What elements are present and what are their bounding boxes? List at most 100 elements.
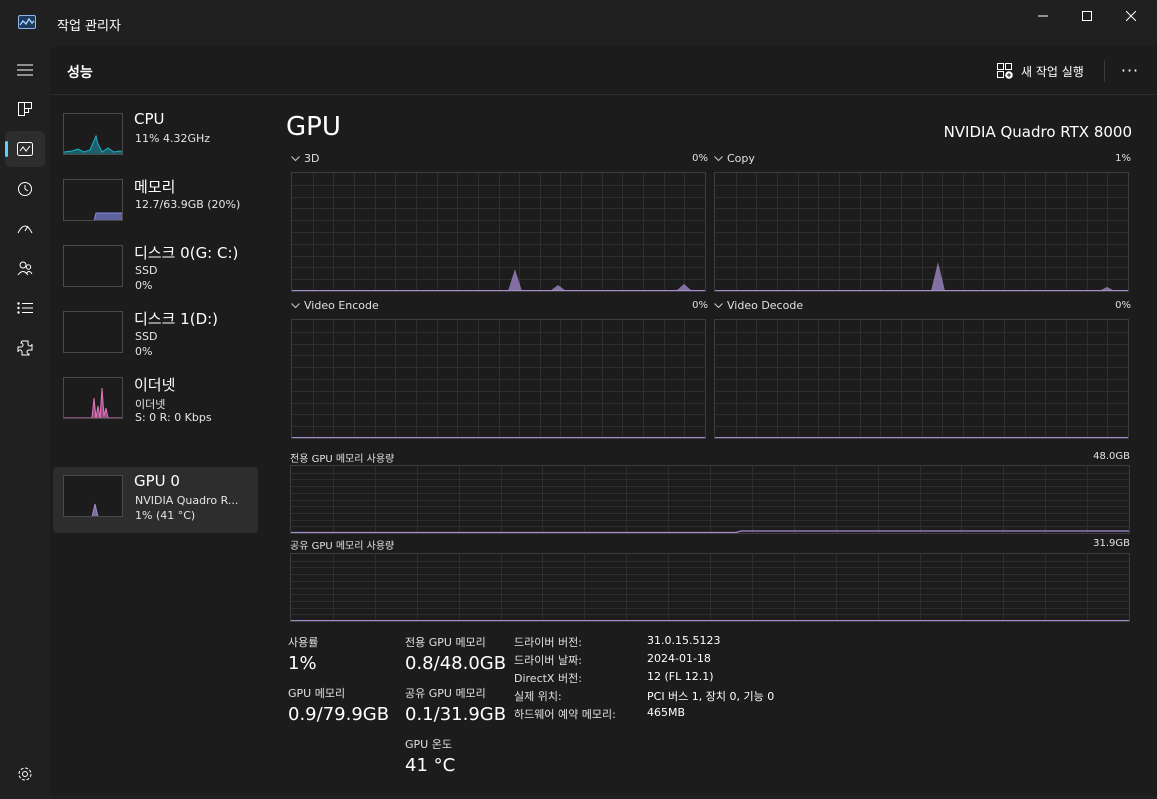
performance-icon: [17, 142, 33, 156]
services-icon: [17, 340, 33, 356]
nav-app-history[interactable]: [5, 171, 45, 207]
gpu-model: NVIDIA Quadro RTX 8000: [943, 123, 1132, 141]
more-icon: ···: [1120, 60, 1140, 80]
shared-graph-label: 공유 GPU 메모리 사용량: [290, 541, 395, 552]
device-name: 이더넷: [134, 376, 176, 394]
shared-memory-value: 0.1/31.9GB: [405, 704, 507, 725]
spike: [676, 284, 692, 291]
gpu-temp-value: 41 °C: [405, 755, 456, 776]
engine-value: 0%: [1115, 300, 1131, 311]
details-icon: [17, 302, 33, 314]
graph-dedicated-svg: [291, 466, 1129, 533]
graph-video-decode: [714, 319, 1129, 439]
run-new-task-button[interactable]: 새 작업 실행: [997, 61, 1084, 81]
maximize-button[interactable]: [1064, 0, 1110, 32]
nav-details[interactable]: [5, 290, 45, 326]
grid-lines: [715, 173, 1128, 291]
device-sub1: NVIDIA Quadro R...: [135, 494, 239, 507]
dedicated-graph-label: 전용 GPU 메모리 사용량: [290, 454, 395, 465]
nav-users[interactable]: [5, 250, 45, 286]
gpu-temp-label: GPU 온도: [405, 738, 452, 751]
graph-copy-svg: [715, 173, 1128, 291]
device-item-memory[interactable]: 메모리 12.7/63.9GB (20%): [53, 171, 258, 237]
gpu-title: GPU: [286, 112, 341, 142]
nav-startup[interactable]: [5, 210, 45, 246]
device-item-disk1[interactable]: 디스크 1(D:) SSD 0%: [53, 303, 258, 369]
run-task-label: 새 작업 실행: [1021, 64, 1084, 79]
graph-video-encode-svg: [292, 320, 705, 438]
graph-shared-memory: [290, 553, 1130, 622]
gpu-memory-value: 0.9/79.9GB: [288, 704, 390, 725]
device-item-gpu0[interactable]: GPU 0 NVIDIA Quadro R... 1% (41 °C): [53, 467, 258, 533]
hamburger-button[interactable]: [5, 52, 45, 88]
info-value: PCI 버스 1, 장치 0, 기능 0: [647, 690, 775, 703]
device-item-cpu[interactable]: CPU 11% 4.32GHz: [53, 105, 258, 171]
more-options-button[interactable]: ···: [1116, 56, 1144, 84]
engine-label: Video Decode: [727, 299, 804, 312]
device-sub1: 12.7/63.9GB (20%): [135, 198, 241, 211]
info-value: 31.0.15.5123: [647, 634, 721, 647]
engine-value: 0%: [692, 300, 708, 311]
header-bar: 성능 새 작업 실행 ···: [50, 46, 1157, 95]
engine-selector-3d[interactable]: 3D: [291, 152, 319, 165]
nav-services[interactable]: [5, 330, 45, 366]
info-value: 12 (FL 12.1): [647, 670, 714, 683]
engine-selector-video-encode[interactable]: Video Encode: [291, 299, 379, 312]
info-key: 실제 위치:: [514, 690, 562, 703]
chevron-down-icon: [714, 303, 723, 309]
maximize-icon: [1082, 11, 1092, 21]
chevron-down-icon: [291, 303, 300, 309]
gpu-memory-label: GPU 메모리: [288, 687, 346, 700]
engine-value: 0%: [692, 153, 708, 164]
engine-selector-copy[interactable]: Copy: [714, 152, 755, 165]
grid-lines: [292, 173, 705, 291]
dedicated-graph-max: 48.0GB: [1093, 451, 1130, 462]
graph-dedicated-memory: [290, 465, 1130, 534]
device-item-disk0[interactable]: 디스크 0(G: C:) SSD 0%: [53, 237, 258, 303]
header-separator: [1104, 60, 1105, 82]
engine-selector-video-decode[interactable]: Video Decode: [714, 299, 803, 312]
device-thumbnail: [63, 245, 123, 287]
info-key: 하드웨어 예약 메모리:: [514, 708, 616, 721]
info-key: DirectX 버전:: [514, 672, 582, 685]
grid-lines: [291, 554, 1129, 621]
run-task-icon: [997, 63, 1013, 79]
task-manager-icon: [18, 15, 36, 29]
chevron-down-icon: [291, 156, 300, 162]
device-sub2: S: 0 R: 0 Kbps: [135, 411, 212, 424]
window-title: 작업 관리자: [57, 19, 121, 34]
close-button[interactable]: [1108, 0, 1154, 32]
nav-processes[interactable]: [5, 91, 45, 127]
content-panel: 성능 새 작업 실행 ··· CPU 11% 4.32GHz 메모리 12.7/…: [50, 46, 1157, 796]
usage-label: 사용률: [288, 636, 319, 649]
startup-icon: [17, 225, 33, 234]
device-thumbnail: [63, 475, 123, 517]
device-sub1: 11% 4.32GHz: [135, 132, 211, 145]
grid-lines: [291, 466, 1129, 533]
graph-3d: [291, 172, 706, 292]
nav-settings[interactable]: [5, 756, 45, 792]
device-item-ethernet[interactable]: 이더넷 이더넷 S: 0 R: 0 Kbps: [53, 369, 258, 435]
device-thumbnail: [63, 377, 123, 419]
minimize-button[interactable]: [1020, 0, 1066, 32]
nav-rail: [0, 46, 50, 799]
settings-icon: [18, 767, 32, 781]
device-name: 메모리: [134, 178, 176, 196]
close-icon: [1126, 11, 1136, 21]
device-thumbnail: [63, 113, 123, 155]
info-value: 465MB: [647, 706, 686, 719]
hamburger-icon: [17, 64, 33, 76]
graph-shared-svg: [291, 554, 1129, 621]
usage-value: 1%: [288, 653, 317, 674]
device-sub2: 0%: [135, 345, 153, 358]
device-sub2: 0%: [135, 279, 153, 292]
device-name: 디스크 0(G: C:): [134, 244, 239, 262]
device-thumbnail: [63, 179, 123, 221]
graph-video-encode: [291, 319, 706, 439]
page-title: 성능: [67, 65, 93, 81]
device-name: CPU: [134, 110, 165, 128]
nav-performance[interactable]: [5, 131, 45, 167]
grid-lines: [292, 320, 705, 438]
device-thumbnail: [63, 311, 123, 353]
info-key: 드라이버 버전:: [514, 636, 582, 649]
